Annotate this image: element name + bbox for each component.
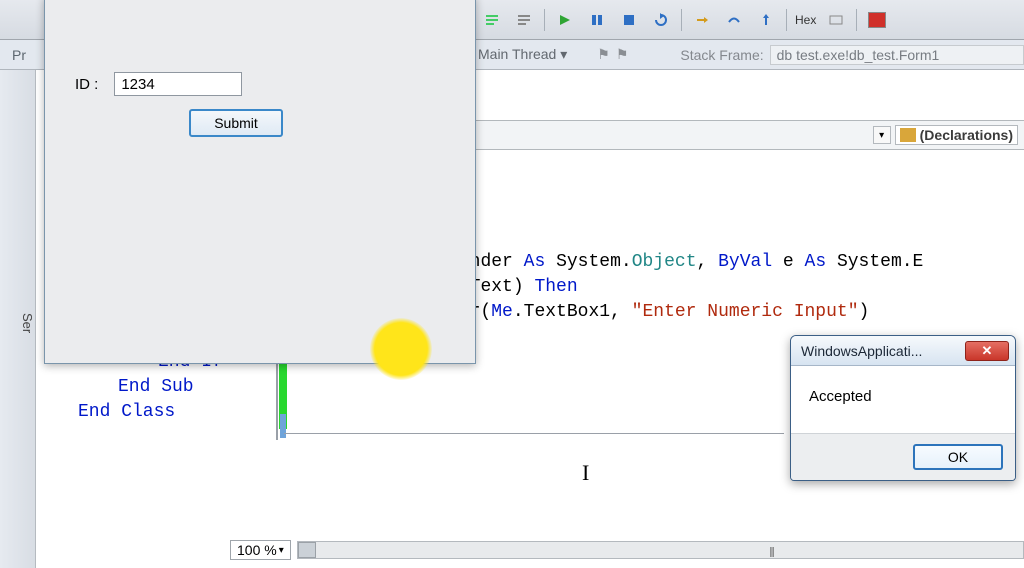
dialog-title: WindowsApplicati...: [801, 343, 965, 359]
scrollbar-marker: ‖: [769, 544, 775, 560]
color-picker-icon[interactable]: [865, 8, 889, 32]
submit-button[interactable]: Submit: [189, 109, 283, 137]
stop-icon[interactable]: [617, 8, 641, 32]
messagebox-dialog: WindowsApplicati... ✕ Accepted OK: [790, 335, 1016, 481]
restart-icon[interactable]: [649, 8, 673, 32]
toolbar-separator: [856, 9, 857, 31]
toolbar-separator: [786, 9, 787, 31]
nav-dropdown-arrow-icon[interactable]: ▾: [873, 126, 891, 144]
close-button[interactable]: ✕: [965, 341, 1009, 361]
thread-flag2-icon[interactable]: ⚑: [616, 46, 629, 63]
play-icon[interactable]: [553, 8, 577, 32]
ok-button[interactable]: OK: [913, 444, 1003, 470]
id-input[interactable]: [114, 72, 242, 96]
thread-flag-icon[interactable]: ⚑: [597, 46, 610, 63]
hex-label[interactable]: Hex: [795, 13, 816, 27]
declarations-dropdown[interactable]: (Declarations): [895, 125, 1018, 145]
stack-frame-value[interactable]: db test.exe!db_test.Form1: [770, 45, 1024, 65]
display-dropdown-icon[interactable]: [824, 8, 848, 32]
pause-icon[interactable]: [585, 8, 609, 32]
thread-dropdown[interactable]: Main Thread ▾: [478, 46, 567, 63]
comment-icon[interactable]: [480, 8, 504, 32]
dialog-titlebar[interactable]: WindowsApplicati... ✕: [791, 336, 1015, 366]
close-icon: ✕: [982, 343, 993, 359]
zoom-dropdown[interactable]: 100 %▾: [230, 540, 291, 560]
uncomment-icon[interactable]: [512, 8, 536, 32]
dialog-footer: OK: [791, 433, 1015, 480]
code-end-line: [284, 433, 784, 434]
text-caret-icon: I: [582, 460, 589, 486]
left-tool-window-strip[interactable]: Ser: [0, 70, 36, 568]
toolbar-separator: [544, 9, 545, 31]
declarations-icon: [900, 128, 916, 142]
declarations-label: (Declarations): [920, 127, 1013, 143]
step-over-icon[interactable]: [722, 8, 746, 32]
id-label: ID :: [75, 76, 98, 93]
scroll-left-arrow-icon[interactable]: [298, 542, 316, 558]
horizontal-scrollbar[interactable]: ‖: [297, 541, 1024, 559]
editor-status-bar: 100 %▾ ‖: [230, 538, 1024, 562]
step-out-icon[interactable]: [754, 8, 778, 32]
process-label-trunc: Pr: [12, 47, 26, 63]
stack-frame-label: Stack Frame:: [680, 47, 763, 63]
dialog-body: Accepted: [791, 366, 1015, 433]
dialog-message: Accepted: [809, 388, 872, 405]
left-strip-label: Ser: [20, 313, 35, 333]
cursor-highlight-icon: [370, 318, 432, 380]
toolbar-separator: [681, 9, 682, 31]
app-form-window[interactable]: ID : Submit: [44, 0, 476, 364]
step-into-icon[interactable]: [690, 8, 714, 32]
